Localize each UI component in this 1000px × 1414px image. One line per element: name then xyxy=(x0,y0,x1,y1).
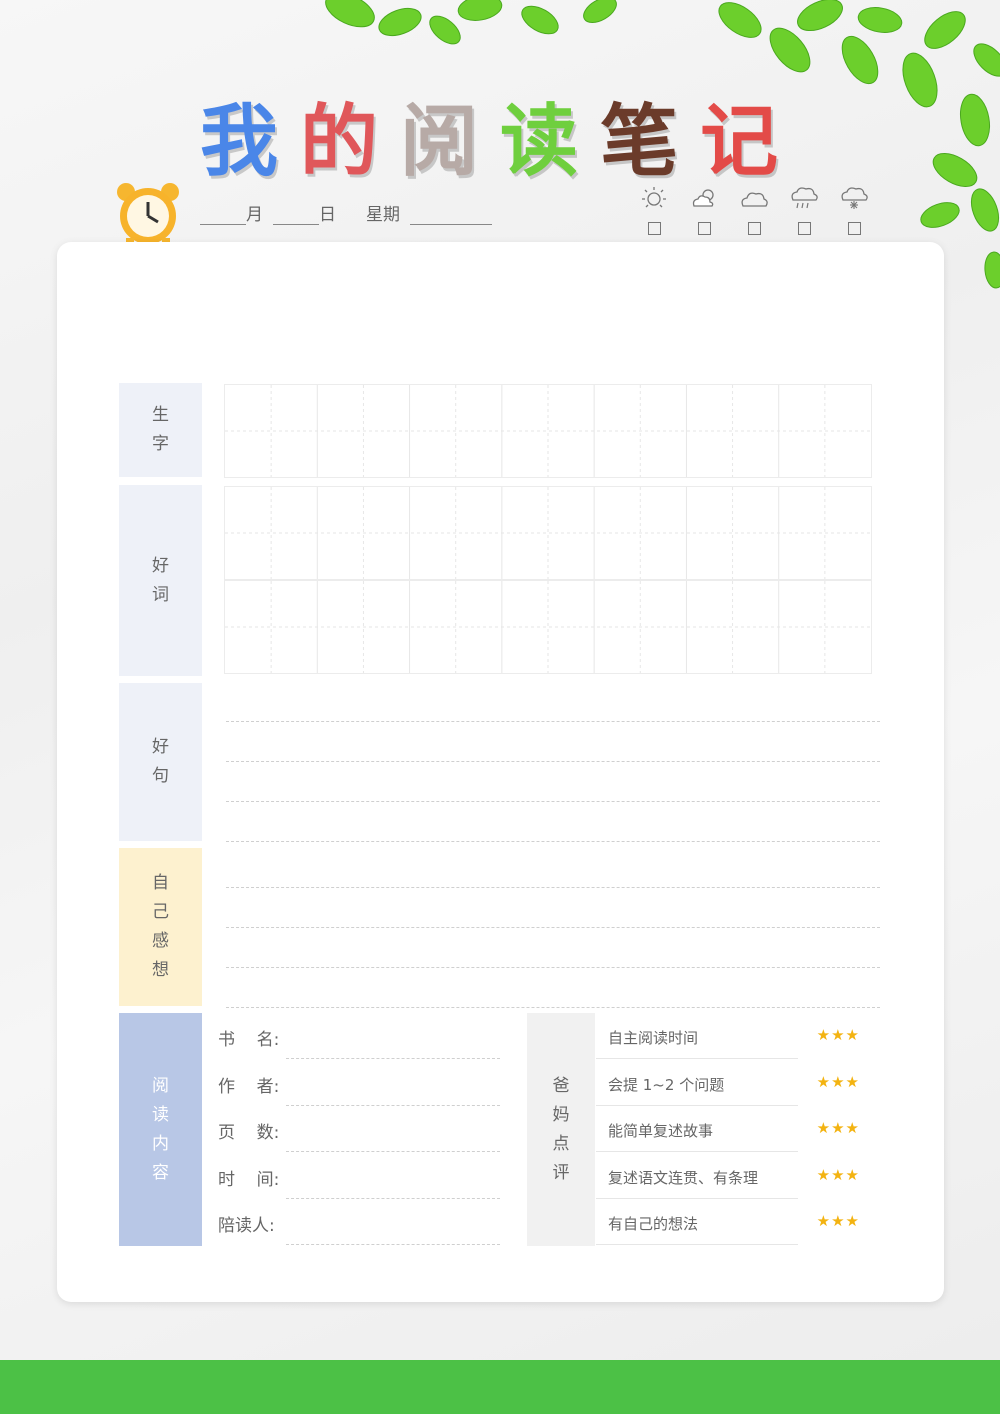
review-item-text: 复述语文连贯、有条理 xyxy=(608,1169,759,1187)
review-divider xyxy=(596,1244,798,1245)
writing-line[interactable] xyxy=(226,1007,880,1008)
writing-line[interactable] xyxy=(226,927,880,928)
month-blank[interactable] xyxy=(200,206,246,225)
label-char: 词 xyxy=(152,584,169,605)
label-char: 生 xyxy=(152,405,169,425)
book-title-field[interactable] xyxy=(286,1058,500,1059)
weather-option-sunny[interactable] xyxy=(636,186,672,235)
alarm-clock-icon xyxy=(117,183,179,246)
day-label: 日 xyxy=(319,205,336,225)
label-char: 妈 xyxy=(552,1104,570,1125)
new-chars-grid[interactable] xyxy=(224,384,872,478)
label-char: 句 xyxy=(152,766,169,786)
parent-review-label: 爸妈点评 xyxy=(527,1013,595,1246)
label-char: 好 xyxy=(152,737,169,757)
pages-field[interactable] xyxy=(286,1151,500,1152)
section-label-new-chars: 生字 xyxy=(119,383,202,477)
label-char: 想 xyxy=(152,960,169,980)
review-divider xyxy=(596,1151,798,1152)
sunny-icon xyxy=(642,187,666,208)
label-char: 容 xyxy=(152,1162,169,1183)
title-char: 阅 xyxy=(400,97,479,187)
good-words-grid-row-1[interactable] xyxy=(224,486,872,580)
partly-cloudy-checkbox[interactable] xyxy=(697,222,711,235)
cloudy-icon xyxy=(741,192,768,207)
writing-line[interactable] xyxy=(226,801,880,802)
review-item-text: 会提 1~2 个问题 xyxy=(608,1076,725,1094)
title-char: 记 xyxy=(700,97,779,187)
weather-option-rain[interactable] xyxy=(786,186,822,235)
review-item: 能简单复述故事 ★★★ xyxy=(596,1106,876,1152)
sunny-checkbox[interactable] xyxy=(647,222,661,235)
star-rating[interactable]: ★★★ xyxy=(817,1119,860,1137)
writing-line[interactable] xyxy=(226,887,880,888)
label-char: 字 xyxy=(152,434,169,454)
writing-lines[interactable] xyxy=(226,683,880,1013)
section-label-good-sentences: 好句 xyxy=(119,683,202,841)
writing-line[interactable] xyxy=(226,721,880,722)
writing-line[interactable] xyxy=(226,841,880,842)
label-char: 好 xyxy=(152,555,169,576)
good-words-grid-row-2[interactable] xyxy=(224,580,872,674)
pages-label: 页 数: xyxy=(218,1123,280,1143)
info-row-author: 作 者: xyxy=(218,1060,500,1106)
info-row-book-title: 书 名: xyxy=(218,1013,500,1059)
snow-checkbox[interactable] xyxy=(847,222,861,235)
section-label-reading: 阅读内容 xyxy=(119,1013,202,1246)
review-item-text: 能简单复述故事 xyxy=(608,1122,714,1140)
author-label: 作 者: xyxy=(218,1077,280,1097)
label-char: 阅 xyxy=(152,1075,169,1096)
time-label: 时 间: xyxy=(218,1170,280,1190)
label-char: 爸 xyxy=(552,1075,570,1096)
partly-cloudy-icon xyxy=(692,189,714,207)
weather-selector xyxy=(636,186,872,235)
label-char: 内 xyxy=(152,1133,169,1154)
label-char: 点 xyxy=(552,1133,570,1154)
review-item: 会提 1~2 个问题 ★★★ xyxy=(596,1060,876,1106)
section-label-good-words: 好词 xyxy=(119,485,202,676)
review-item-text: 自主阅读时间 xyxy=(608,1029,699,1047)
review-item: 有自己的想法 ★★★ xyxy=(596,1199,876,1245)
snow-icon xyxy=(841,187,868,209)
title-char: 读 xyxy=(500,97,579,187)
day-blank[interactable] xyxy=(273,206,319,225)
companion-field[interactable] xyxy=(286,1244,500,1245)
weather-option-partly-cloudy[interactable] xyxy=(686,186,722,235)
info-row-time: 时 间: xyxy=(218,1153,500,1199)
month-label: 月 xyxy=(246,205,263,225)
review-divider xyxy=(596,1058,798,1059)
title-char: 笔 xyxy=(600,97,679,187)
companion-label: 陪读人: xyxy=(218,1216,275,1236)
review-item: 自主阅读时间 ★★★ xyxy=(596,1013,876,1059)
writing-line[interactable] xyxy=(226,761,880,762)
weather-option-snow[interactable] xyxy=(836,186,872,235)
review-item-text: 有自己的想法 xyxy=(608,1215,699,1233)
label-char: 自 xyxy=(152,873,169,893)
star-rating[interactable]: ★★★ xyxy=(817,1166,860,1184)
title-char: 我 xyxy=(200,97,279,187)
date-line: 月 日 星期 xyxy=(200,200,492,225)
writing-line[interactable] xyxy=(226,967,880,968)
star-rating[interactable]: ★★★ xyxy=(817,1212,860,1230)
info-row-pages: 页 数: xyxy=(218,1106,500,1152)
star-rating[interactable]: ★★★ xyxy=(817,1026,860,1044)
title-char: 的 xyxy=(300,97,379,187)
page-title: 我的阅读笔记 xyxy=(200,92,778,192)
label-char: 己 xyxy=(152,902,169,922)
label-char: 读 xyxy=(152,1104,169,1125)
weekday-blank[interactable] xyxy=(410,206,492,225)
weather-option-cloudy[interactable] xyxy=(736,186,772,235)
bottom-bar xyxy=(0,1360,1000,1414)
rain-checkbox[interactable] xyxy=(797,222,811,235)
rain-icon xyxy=(791,187,818,209)
review-item: 复述语文连贯、有条理 ★★★ xyxy=(596,1153,876,1199)
label-char: 评 xyxy=(552,1162,570,1183)
cloudy-checkbox[interactable] xyxy=(747,222,761,235)
section-label-feelings: 自己感想 xyxy=(119,848,202,1006)
label-char: 感 xyxy=(152,931,169,951)
info-row-companion: 陪读人: xyxy=(218,1199,500,1245)
star-rating[interactable]: ★★★ xyxy=(817,1073,860,1091)
weekday-label: 星期 xyxy=(366,205,400,225)
book-title-label: 书 名: xyxy=(218,1030,280,1050)
